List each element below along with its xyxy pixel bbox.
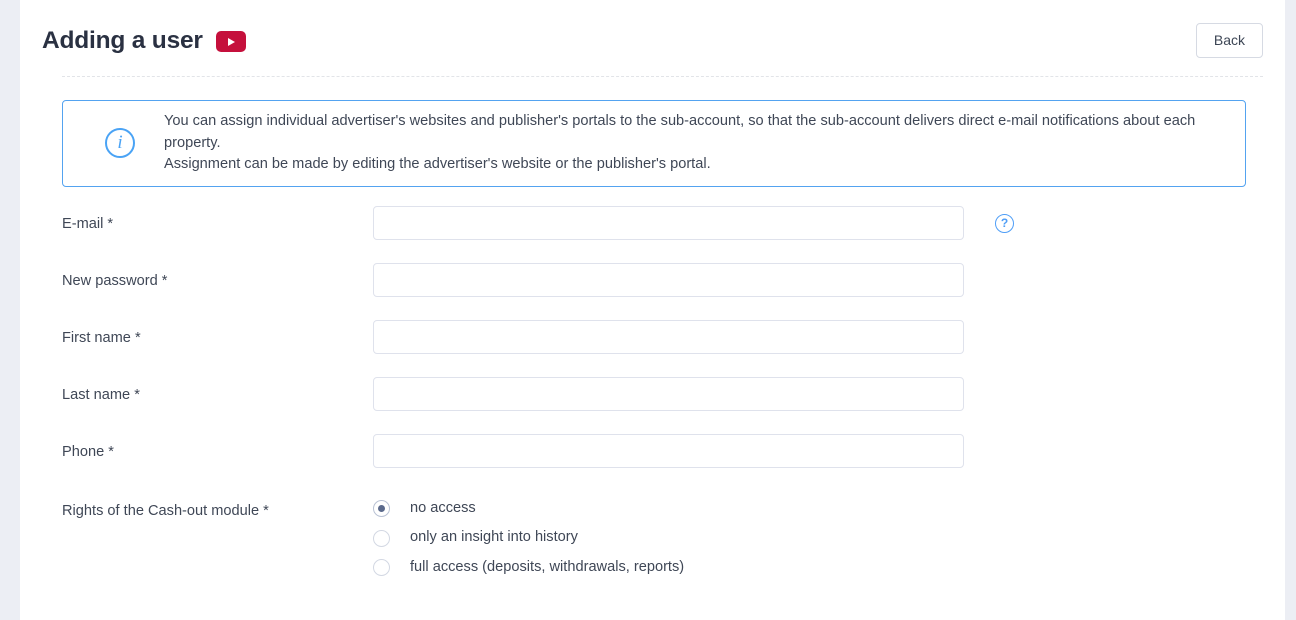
new-password-input[interactable] <box>373 262 964 297</box>
label-phone: Phone * <box>62 443 114 460</box>
content-card: Adding a user Back i You can assign indi… <box>20 0 1285 620</box>
header-title-group: Adding a user <box>42 23 246 54</box>
phone-input[interactable] <box>373 433 964 468</box>
label-first-name: First name * <box>62 329 141 346</box>
info-alert: i You can assign individual advertiser's… <box>62 100 1246 187</box>
control-cashout-rights: no access only an insight into history f… <box>373 492 964 577</box>
radio-option-no-access[interactable]: no access <box>373 500 964 518</box>
info-alert-text: You can assign individual advertiser's w… <box>164 111 1227 176</box>
email-input[interactable] <box>373 205 964 240</box>
radio-mark-full-access <box>373 559 390 577</box>
form-row-last-name: Last name * <box>20 376 1285 434</box>
control-email <box>373 205 964 240</box>
control-new-password <box>373 262 964 297</box>
form-row-new-password: New password * <box>20 262 1285 320</box>
radio-option-insight-history[interactable]: only an insight into history <box>373 529 964 547</box>
page-title: Adding a user <box>42 27 203 55</box>
control-phone <box>373 433 964 468</box>
radio-option-full-access[interactable]: full access (deposits, withdrawals, repo… <box>373 559 964 577</box>
label-new-password: New password * <box>62 272 168 289</box>
cashout-rights-radio-group: no access only an insight into history f… <box>373 492 964 577</box>
page-header: Adding a user Back <box>20 0 1285 77</box>
info-alert-line-2: Assignment can be made by editing the ad… <box>164 156 711 173</box>
first-name-input[interactable] <box>373 319 964 354</box>
play-triangle-icon <box>228 37 236 46</box>
form-row-first-name: First name * <box>20 319 1285 377</box>
form-row-email: E-mail * ? <box>20 205 1285 263</box>
back-button[interactable]: Back <box>1195 22 1263 59</box>
control-last-name <box>373 376 964 411</box>
radio-label-no-access: no access <box>410 499 476 516</box>
info-circle-icon: i <box>105 128 135 159</box>
radio-mark-insight-history <box>373 529 390 547</box>
user-form: E-mail * ? New password * First name * L… <box>20 187 1285 577</box>
header-divider <box>62 76 1263 77</box>
info-alert-line-1: You can assign individual advertiser's w… <box>164 113 1196 151</box>
control-first-name <box>373 319 964 354</box>
label-cashout-rights: Rights of the Cash-out module * <box>62 502 269 519</box>
label-email: E-mail * <box>62 215 114 232</box>
label-last-name: Last name * <box>62 386 140 403</box>
radio-label-insight-history: only an insight into history <box>410 529 578 546</box>
question-circle-icon[interactable]: ? <box>995 213 1014 233</box>
last-name-input[interactable] <box>373 376 964 411</box>
form-row-cashout-rights: Rights of the Cash-out module * no acces… <box>20 491 1285 577</box>
page-background: Adding a user Back i You can assign indi… <box>0 0 1296 620</box>
radio-mark-no-access <box>373 500 390 518</box>
radio-label-full-access: full access (deposits, withdrawals, repo… <box>410 558 685 575</box>
youtube-play-icon[interactable] <box>215 31 246 52</box>
form-row-phone: Phone * <box>20 433 1285 491</box>
